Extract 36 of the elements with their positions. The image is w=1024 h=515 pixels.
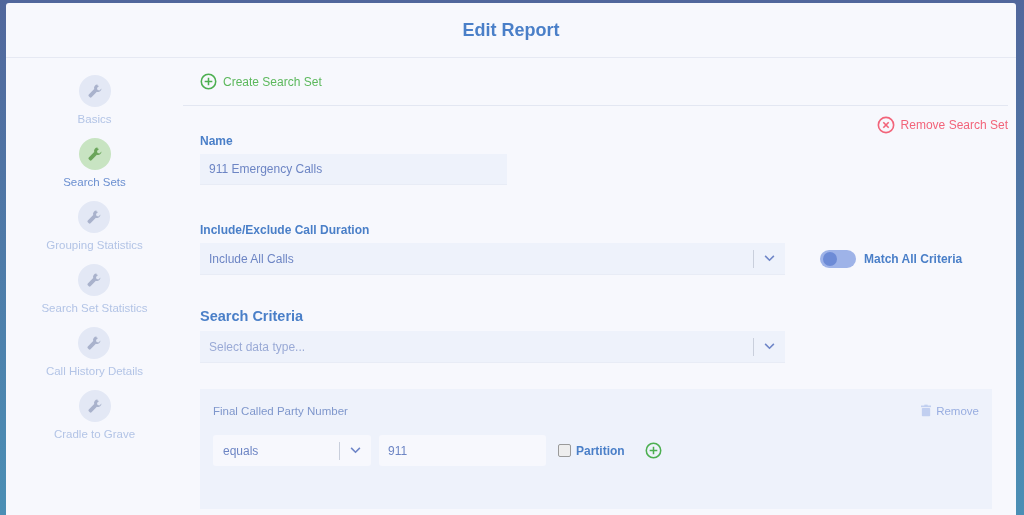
chevron-down-icon [764,255,775,262]
wrench-icon [78,201,111,233]
wrench-icon [78,327,111,359]
remove-search-set-button[interactable]: Remove Search Set [876,116,1008,134]
field-label: Include/Exclude Call Duration [200,223,371,237]
chevron-down-icon [350,447,361,454]
create-search-set-button[interactable]: Create Search Set [200,73,322,90]
sidebar-step[interactable]: Search Sets [63,138,126,188]
chevron-down-icon [764,343,775,350]
remove-criterion-button[interactable]: Remove [921,404,979,417]
sidebar-step[interactable]: Cradle to Grave [53,390,136,440]
sidebar-step[interactable]: Call History Details [45,327,144,377]
plus-circle-icon[interactable] [200,73,217,90]
section-heading: Search Criteria [200,308,305,324]
close-circle-icon [876,116,895,134]
plus-circle-icon[interactable] [644,442,662,459]
wrench-icon [78,75,111,107]
criterion-title: Final Called Party Number [213,404,348,417]
field-label: Name [200,134,234,148]
wrench-icon [78,264,111,296]
wrench-icon [78,390,111,422]
checkbox-label: Partition [576,443,625,458]
name-input[interactable]: 911 Emergency Calls [200,154,507,185]
operator-select[interactable]: equals [213,435,371,466]
partition-checkbox[interactable] [558,444,571,457]
data-type-select[interactable]: Select data type... [200,331,785,363]
value-input[interactable]: 911 [379,435,546,466]
sidebar-step[interactable]: Search Set Statistics [41,264,148,314]
trash-icon [921,404,932,417]
toggle-label: Match All Criteria [864,252,963,266]
match-all-toggle[interactable] [820,250,856,268]
wrench-icon [78,138,111,170]
sidebar-step[interactable]: Basics [77,75,112,125]
sidebar-step[interactable]: Grouping Statistics [46,201,143,251]
dialog-title: Edit Report [462,19,560,41]
duration-select[interactable]: Include All Calls [200,243,785,275]
